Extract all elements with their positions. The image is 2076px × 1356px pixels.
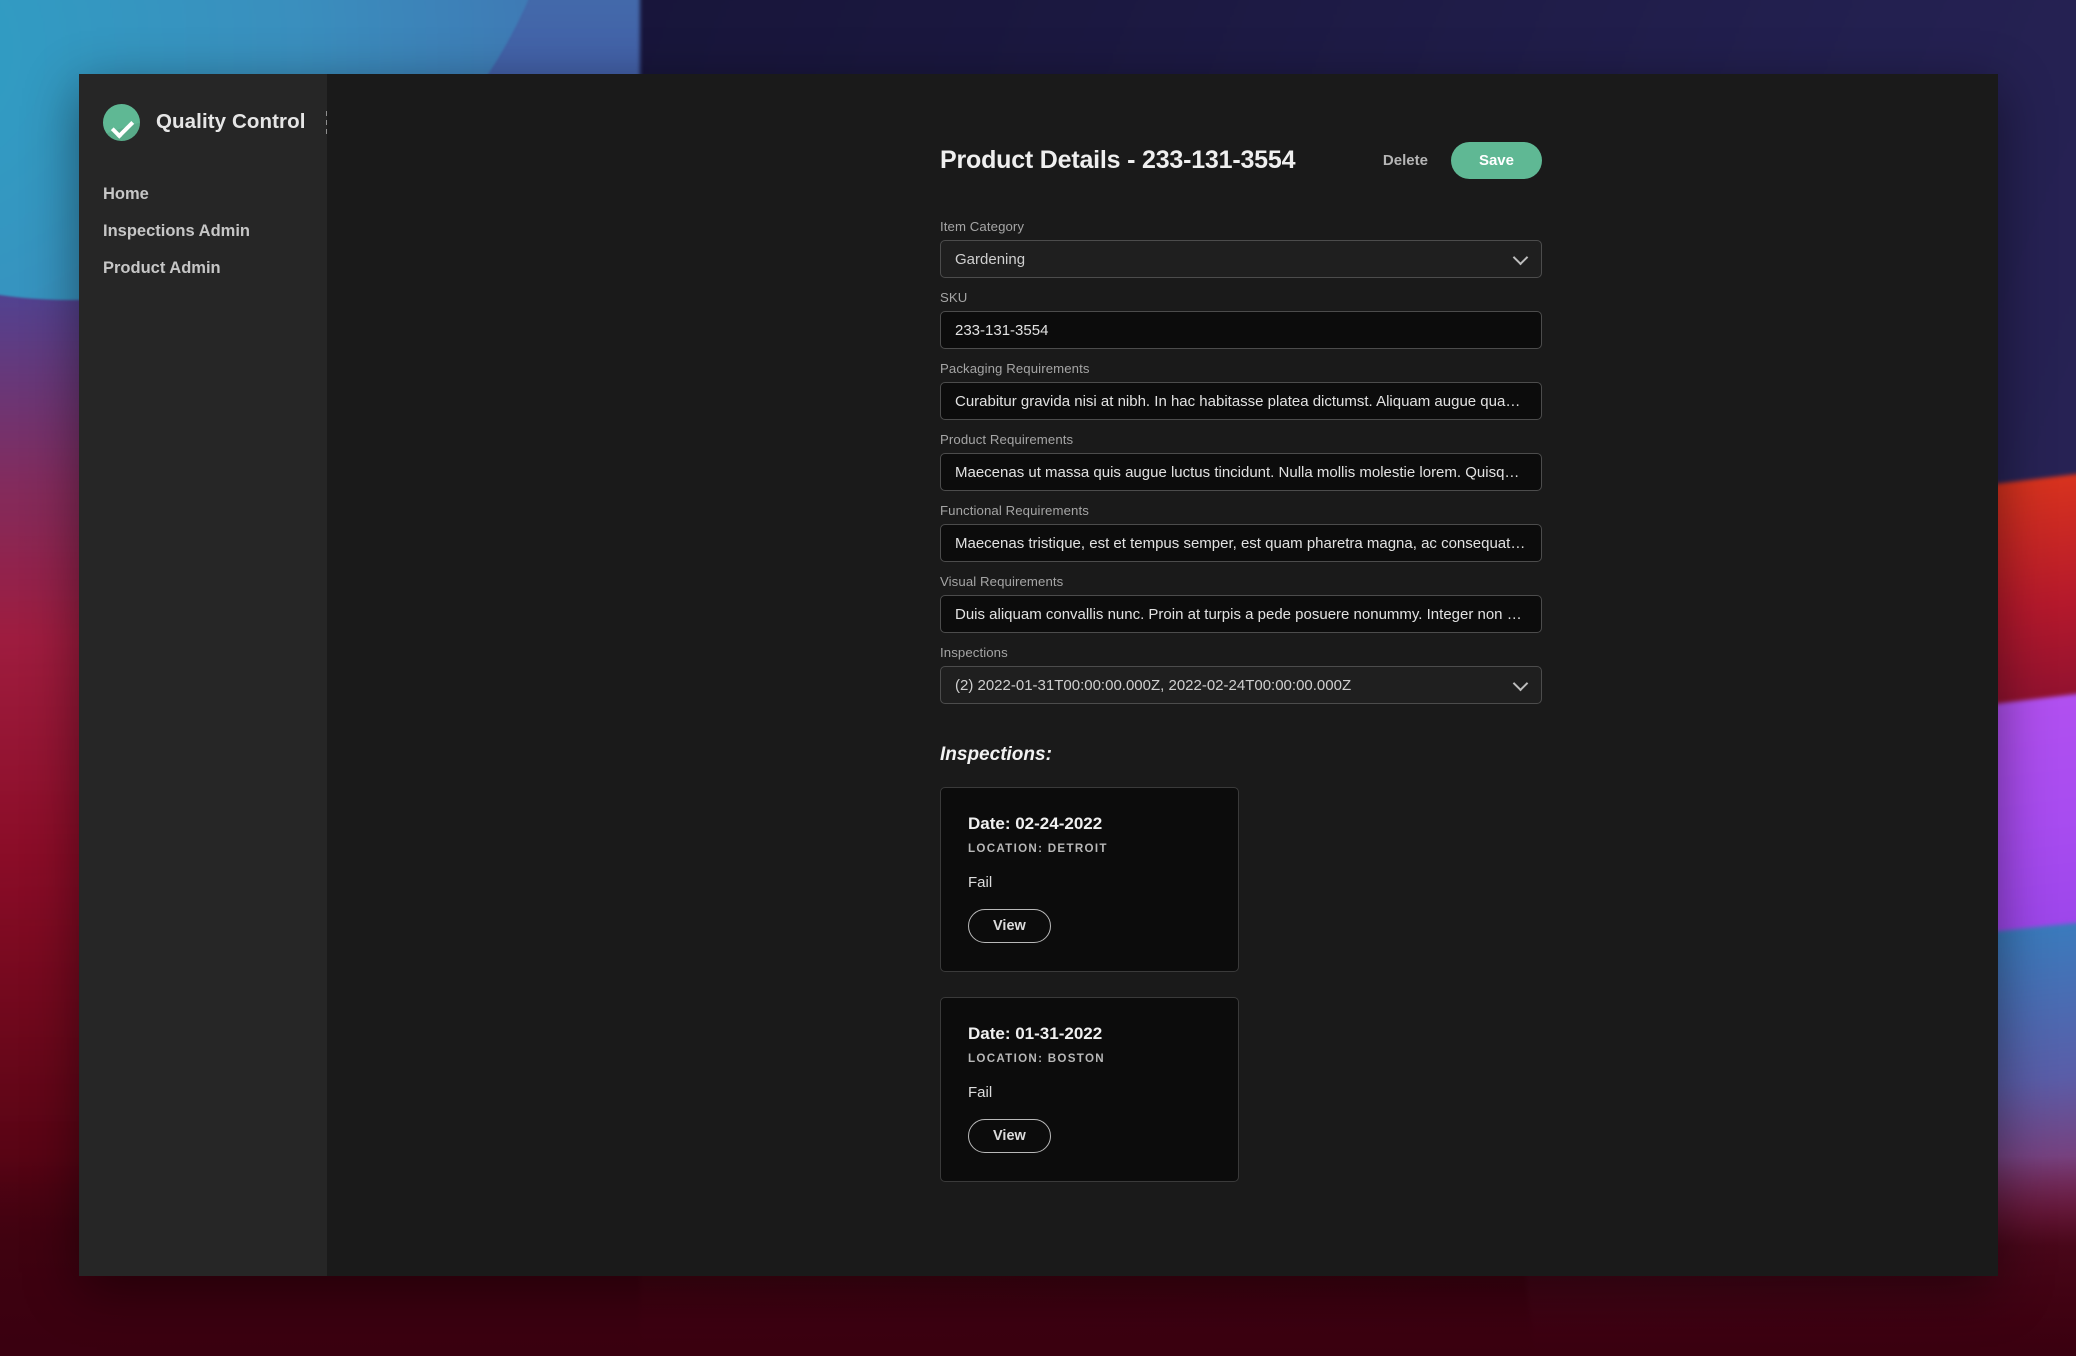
field-label-visual-requirements: Visual Requirements: [940, 574, 1064, 589]
page-header: Product Details - 233-131-3554 Delete Sa…: [940, 138, 1542, 182]
field-label-sku: SKU: [940, 290, 968, 305]
item-category-value: Gardening: [955, 250, 1026, 268]
field-label-item-category: Item Category: [940, 219, 1025, 234]
inspections-heading: Inspections:: [940, 744, 1052, 765]
field-label-inspections: Inspections: [940, 645, 1008, 660]
save-button[interactable]: Save: [1450, 141, 1542, 179]
sku-value: 233-131-3554: [955, 321, 1049, 339]
inspection-card: Date: 02-24-2022 LOCATION: DETROIT Fail …: [940, 787, 1239, 972]
field-visual-requirements: Visual Requirements Duis aliquam convall…: [940, 574, 1542, 633]
product-requirements-value: Maecenas ut massa quis augue luctus tinc…: [955, 463, 1527, 481]
item-category-select[interactable]: Gardening: [940, 240, 1542, 278]
field-label-functional-requirements: Functional Requirements: [940, 503, 1089, 518]
functional-requirements-input[interactable]: Maecenas tristique, est et tempus semper…: [940, 524, 1542, 562]
field-packaging-requirements: Packaging Requirements Curabitur gravida…: [940, 361, 1542, 420]
chevron-down-icon: [1512, 249, 1529, 266]
inspection-location: LOCATION: BOSTON: [968, 1052, 1105, 1065]
delete-button[interactable]: Delete: [1381, 148, 1430, 173]
brand-header: Quality Control: [79, 98, 349, 146]
sidebar-item-inspections-admin[interactable]: Inspections Admin: [79, 213, 327, 250]
inspections-select-value: (2) 2022-01-31T00:00:00.000Z, 2022-02-24…: [955, 676, 1352, 694]
visual-requirements-input[interactable]: Duis aliquam convallis nunc. Proin at tu…: [940, 595, 1542, 633]
inspection-card: Date: 01-31-2022 LOCATION: BOSTON Fail V…: [940, 997, 1239, 1182]
field-product-requirements: Product Requirements Maecenas ut massa q…: [940, 432, 1542, 491]
visual-requirements-value: Duis aliquam convallis nunc. Proin at tu…: [955, 605, 1527, 623]
chevron-down-icon: [1512, 675, 1529, 692]
packaging-requirements-value: Curabitur gravida nisi at nibh. In hac h…: [955, 392, 1527, 410]
inspection-date: Date: 01-31-2022: [968, 1024, 1103, 1043]
inspection-location: LOCATION: DETROIT: [968, 842, 1108, 855]
field-sku: SKU 233-131-3554: [940, 290, 1542, 349]
sidebar-item-home[interactable]: Home: [79, 176, 327, 213]
field-label-product-requirements: Product Requirements: [940, 432, 1074, 447]
sidebar: Quality Control Home Inspections Admin P…: [79, 74, 349, 1276]
field-label-packaging-requirements: Packaging Requirements: [940, 361, 1090, 376]
view-inspection-button[interactable]: View: [968, 1119, 1051, 1153]
field-item-category: Item Category Gardening: [940, 219, 1542, 278]
inspection-status: Fail: [968, 1084, 993, 1101]
sku-input[interactable]: 233-131-3554: [940, 311, 1542, 349]
field-functional-requirements: Functional Requirements Maecenas tristiq…: [940, 503, 1542, 562]
application-window: Quality Control Home Inspections Admin P…: [79, 74, 1998, 1276]
header-actions: Delete Save: [1381, 141, 1542, 179]
page-title: Product Details - 233-131-3554: [940, 145, 1296, 174]
product-details-form: Product Details - 233-131-3554 Delete Sa…: [940, 138, 1542, 1207]
functional-requirements-value: Maecenas tristique, est et tempus semper…: [955, 534, 1527, 552]
inspection-status: Fail: [968, 874, 993, 891]
app-title: Quality Control: [156, 110, 306, 133]
sidebar-item-product-admin[interactable]: Product Admin: [79, 250, 327, 287]
check-circle-icon: [103, 103, 140, 141]
sidebar-nav: Home Inspections Admin Product Admin: [79, 176, 327, 287]
view-inspection-button[interactable]: View: [968, 909, 1051, 943]
inspection-date: Date: 02-24-2022: [968, 814, 1103, 833]
inspections-select[interactable]: (2) 2022-01-31T00:00:00.000Z, 2022-02-24…: [940, 666, 1542, 704]
main-content: Product Details - 233-131-3554 Delete Sa…: [327, 74, 1998, 1276]
field-inspections: Inspections (2) 2022-01-31T00:00:00.000Z…: [940, 645, 1542, 704]
product-requirements-input[interactable]: Maecenas ut massa quis augue luctus tinc…: [940, 453, 1542, 491]
packaging-requirements-input[interactable]: Curabitur gravida nisi at nibh. In hac h…: [940, 382, 1542, 420]
